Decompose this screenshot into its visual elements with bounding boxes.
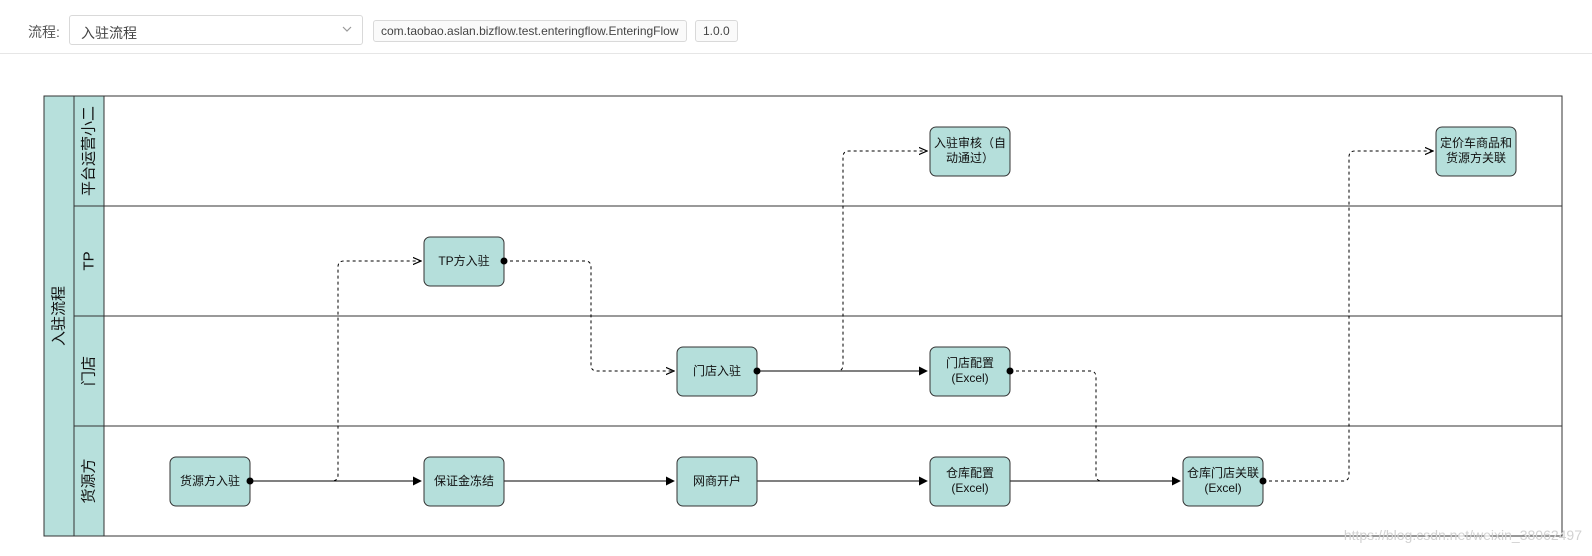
node-deposit-freeze[interactable]: 保证金冻结 [423,456,505,507]
node-pricing-link[interactable]: 定价车商品和 货源方关联 [1435,126,1517,177]
lane-label-platform-ops: 平台运营小二 [81,106,98,196]
node-label-line: 网商开户 [693,473,741,488]
node-tp-entry[interactable]: TP方入驻 [423,236,505,287]
node-warehouse-store-link[interactable]: 仓库门店关联 (Excel) [1182,456,1264,507]
lane-frame [73,205,1563,317]
node-label-line: (Excel) [951,481,988,495]
node-label-line: 仓库配置 [946,465,994,480]
node-entry-audit[interactable]: 入驻审核（自 动通过） [929,126,1011,177]
edge-supplier-tp [250,261,421,482]
lane-label-supplier: 货源方 [81,458,98,503]
node-label-line: 动通过） [946,151,994,165]
connector-dot [1006,367,1014,375]
node-store-entry[interactable]: 门店入驻 [676,346,758,397]
node-account-open[interactable]: 网商开户 [676,456,758,507]
connector-dot [500,257,508,265]
node-label-line: 货源方入驻 [180,473,240,488]
node-label-line: (Excel) [951,371,988,385]
node-label-line: 门店配置 [946,355,994,370]
node-store-config[interactable]: 门店配置 (Excel) [929,346,1011,397]
node-supplier-entry[interactable]: 货源方入驻 [169,456,251,507]
lane-label-store: 门店 [81,356,98,386]
connector-dot [753,367,761,375]
pool-title: 入驻流程 [51,286,68,346]
swimlane-diagram: 入驻流程 平台运营小二 TP 门店 货源方 入驻审核（自 动通过） 定价车商品和… [43,95,1582,543]
node-label-line: 定价车商品和 [1440,135,1512,150]
node-label-line: 仓库门店关联 [1187,465,1259,480]
node-label-line: 门店入驻 [693,363,741,378]
connector-dot [1259,477,1267,485]
watermark-text: https://blog.csdn.net/weixin_38062497 [1344,527,1582,543]
node-label-line: 保证金冻结 [434,473,494,488]
lane-label-tp: TP [81,251,98,270]
node-warehouse-config[interactable]: 仓库配置 (Excel) [929,456,1011,507]
node-label-line: 货源方关联 [1446,150,1506,165]
connector-dot [246,477,254,485]
lanes: 平台运营小二 TP 门店 货源方 [73,95,1563,537]
connection-dots [246,257,1267,485]
edge-store-audit [757,151,927,372]
node-label-line: (Excel) [1204,481,1241,495]
lane-frame [73,95,1563,207]
node-label-line: 入驻审核（自 [934,135,1006,150]
node-label-line: TP方入驻 [438,253,489,268]
